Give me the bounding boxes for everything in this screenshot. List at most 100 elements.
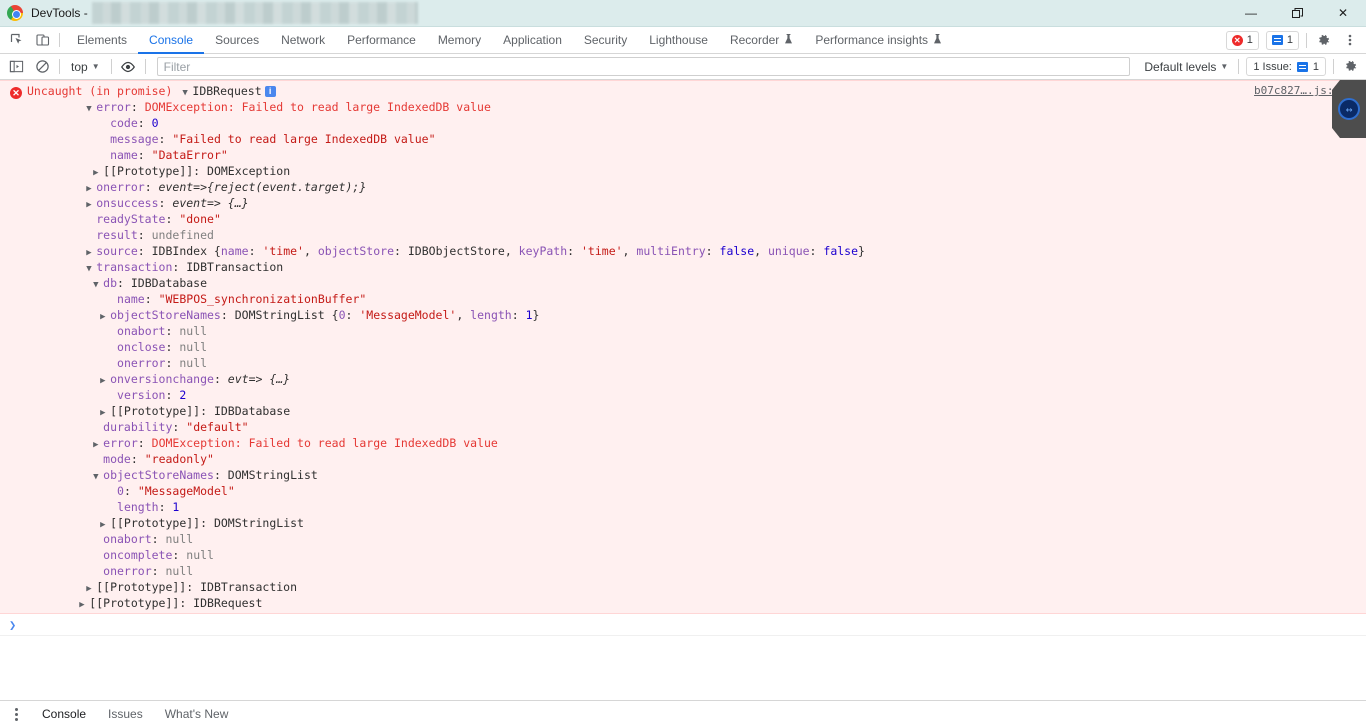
property-value: event=> {…} bbox=[172, 196, 248, 210]
tab-application[interactable]: Application bbox=[492, 27, 573, 54]
object-property-row[interactable]: ▶version: 2 bbox=[0, 387, 1366, 403]
object-property-row[interactable]: ▼db: IDBDatabase bbox=[0, 275, 1366, 291]
object-property-row[interactable]: ▶0: "MessageModel" bbox=[0, 483, 1366, 499]
property-name: onabort bbox=[117, 324, 165, 338]
preview-key: 0 bbox=[339, 308, 346, 322]
object-property-row[interactable]: ▶source: IDBIndex {name: 'time', objectS… bbox=[0, 243, 1366, 259]
object-property-row[interactable]: ▶[[Prototype]]: DOMStringList bbox=[0, 515, 1366, 531]
property-separator: : bbox=[152, 564, 166, 578]
property-separator: : bbox=[172, 420, 186, 434]
console-sidebar-icon[interactable] bbox=[7, 57, 26, 76]
clear-console-icon[interactable] bbox=[33, 57, 52, 76]
console-prompt[interactable]: ❯ bbox=[0, 614, 1366, 636]
object-preview-open: DOMStringList { bbox=[235, 308, 339, 322]
property-value: null bbox=[179, 324, 207, 338]
error-count-value: 1 bbox=[1247, 34, 1253, 46]
object-property-row[interactable]: ▶length: 1 bbox=[0, 499, 1366, 515]
object-property-row[interactable]: ▶onsuccess: event=> {…} bbox=[0, 195, 1366, 211]
object-property-row[interactable]: ▶message: "Failed to read large IndexedD… bbox=[0, 131, 1366, 147]
object-property-row[interactable]: ▼transaction: IDBTransaction bbox=[0, 259, 1366, 275]
drawer-tab-console[interactable]: Console bbox=[32, 703, 96, 725]
object-property-row[interactable]: ▼error: DOMException: Failed to read lar… bbox=[0, 99, 1366, 115]
redacted-title-region bbox=[92, 2, 418, 24]
panel-resize-handle[interactable]: ↔ bbox=[1332, 80, 1366, 138]
object-property-row[interactable]: ▶oncomplete: null bbox=[0, 547, 1366, 563]
object-property-row[interactable]: ▶name: "WEBPOS_synchronizationBuffer" bbox=[0, 291, 1366, 307]
object-property-row[interactable]: ▶onclose: null bbox=[0, 339, 1366, 355]
object-property-row[interactable]: ▶[[Prototype]]: IDBRequest bbox=[0, 595, 1366, 611]
maximize-restore-button[interactable] bbox=[1274, 0, 1320, 27]
tab-label: Elements bbox=[77, 33, 127, 47]
message-count-badge[interactable]: 1 bbox=[1266, 31, 1299, 50]
object-property-row[interactable]: ▶onerror: null bbox=[0, 355, 1366, 371]
object-property-row[interactable]: ▶result: undefined bbox=[0, 227, 1366, 243]
property-value: null bbox=[165, 532, 193, 546]
property-separator: : bbox=[165, 340, 179, 354]
console-settings-gear-icon[interactable] bbox=[1341, 57, 1360, 76]
tab-performance[interactable]: Performance bbox=[336, 27, 427, 54]
error-header-row[interactable]: ✕Uncaught (in promise)▼IDBRequesti bbox=[0, 83, 1366, 99]
object-property-row[interactable]: ▼objectStoreNames: DOMStringList bbox=[0, 467, 1366, 483]
object-property-row[interactable]: ▶mode: "readonly" bbox=[0, 451, 1366, 467]
info-badge-icon[interactable]: i bbox=[265, 86, 276, 97]
property-value: DOMException: Failed to read large Index… bbox=[152, 436, 498, 450]
execution-context-selector[interactable]: top ▼ bbox=[67, 58, 104, 76]
property-separator: : bbox=[138, 244, 152, 258]
preview-sep: , bbox=[456, 308, 470, 322]
tab-recorder[interactable]: Recorder bbox=[719, 27, 804, 54]
preview-sep: : bbox=[394, 244, 408, 258]
tab-console[interactable]: Console bbox=[138, 27, 204, 54]
object-property-row[interactable]: ▶onabort: null bbox=[0, 323, 1366, 339]
preview-sep: : bbox=[706, 244, 720, 258]
tab-memory[interactable]: Memory bbox=[427, 27, 492, 54]
tab-sources[interactable]: Sources bbox=[204, 27, 270, 54]
preview-sep: : bbox=[512, 308, 526, 322]
tab-network[interactable]: Network bbox=[270, 27, 336, 54]
error-circle-icon: ✕ bbox=[1232, 35, 1243, 46]
object-property-row[interactable]: ▶onerror: null bbox=[0, 563, 1366, 579]
object-property-row[interactable]: ▶durability: "default" bbox=[0, 419, 1366, 435]
log-levels-selector[interactable]: Default levels ▼ bbox=[1141, 58, 1231, 76]
object-property-row[interactable]: ▶code: 0 bbox=[0, 115, 1366, 131]
object-property-row[interactable]: ▶objectStoreNames: DOMStringList {0: 'Me… bbox=[0, 307, 1366, 323]
filter-input[interactable] bbox=[157, 57, 1131, 76]
property-value: "default" bbox=[186, 420, 248, 434]
message-count-value: 1 bbox=[1287, 34, 1293, 46]
error-circle-icon: ✕ bbox=[10, 87, 22, 99]
console-message-list[interactable]: b07c827….js:1104 ✕Uncaught (in promise)▼… bbox=[0, 80, 1366, 668]
live-expression-eye-icon[interactable] bbox=[119, 57, 138, 76]
minimize-button[interactable]: — bbox=[1228, 0, 1274, 27]
object-property-row[interactable]: ▶readyState: "done" bbox=[0, 211, 1366, 227]
error-object-name[interactable]: IDBRequest bbox=[192, 84, 261, 98]
expand-arrow-icon[interactable]: ▶ bbox=[79, 597, 89, 613]
tab-lighthouse[interactable]: Lighthouse bbox=[638, 27, 719, 54]
preview-sep: : bbox=[249, 244, 263, 258]
console-error-message[interactable]: b07c827….js:1104 ✕Uncaught (in promise)▼… bbox=[0, 80, 1366, 614]
drawer-more-icon[interactable] bbox=[8, 705, 24, 723]
object-property-row[interactable]: ▶[[Prototype]]: IDBDatabase bbox=[0, 403, 1366, 419]
drawer-tab-whats-new[interactable]: What's New bbox=[155, 703, 239, 725]
tab-security[interactable]: Security bbox=[573, 27, 638, 54]
kebab-menu-icon[interactable] bbox=[1340, 31, 1359, 50]
toolbar-divider-1 bbox=[59, 59, 60, 74]
close-button[interactable]: ✕ bbox=[1320, 0, 1366, 27]
tab-performance-insights[interactable]: Performance insights bbox=[804, 27, 953, 54]
device-toolbar-icon[interactable] bbox=[34, 32, 51, 49]
object-property-row[interactable]: ▶onerror: event=>{reject(event.target);} bbox=[0, 179, 1366, 195]
tab-elements[interactable]: Elements bbox=[66, 27, 138, 54]
issues-button[interactable]: 1 Issue: 1 bbox=[1246, 57, 1326, 76]
tabbar-right-divider bbox=[1306, 33, 1307, 48]
inspect-element-icon[interactable] bbox=[8, 32, 25, 49]
property-separator: : bbox=[186, 580, 200, 594]
object-property-row[interactable]: ▶name: "DataError" bbox=[0, 147, 1366, 163]
gear-icon[interactable] bbox=[1314, 31, 1333, 50]
object-property-row[interactable]: ▶error: DOMException: Failed to read lar… bbox=[0, 435, 1366, 451]
property-value: undefined bbox=[152, 228, 214, 242]
object-property-row[interactable]: ▶[[Prototype]]: DOMException bbox=[0, 163, 1366, 179]
property-value: IDBDatabase bbox=[131, 276, 207, 290]
drawer-tab-issues[interactable]: Issues bbox=[98, 703, 153, 725]
object-property-row[interactable]: ▶[[Prototype]]: IDBTransaction bbox=[0, 579, 1366, 595]
object-property-row[interactable]: ▶onversionchange: evt=> {…} bbox=[0, 371, 1366, 387]
error-count-badge[interactable]: ✕ 1 bbox=[1226, 31, 1259, 50]
object-property-row[interactable]: ▶onabort: null bbox=[0, 531, 1366, 547]
